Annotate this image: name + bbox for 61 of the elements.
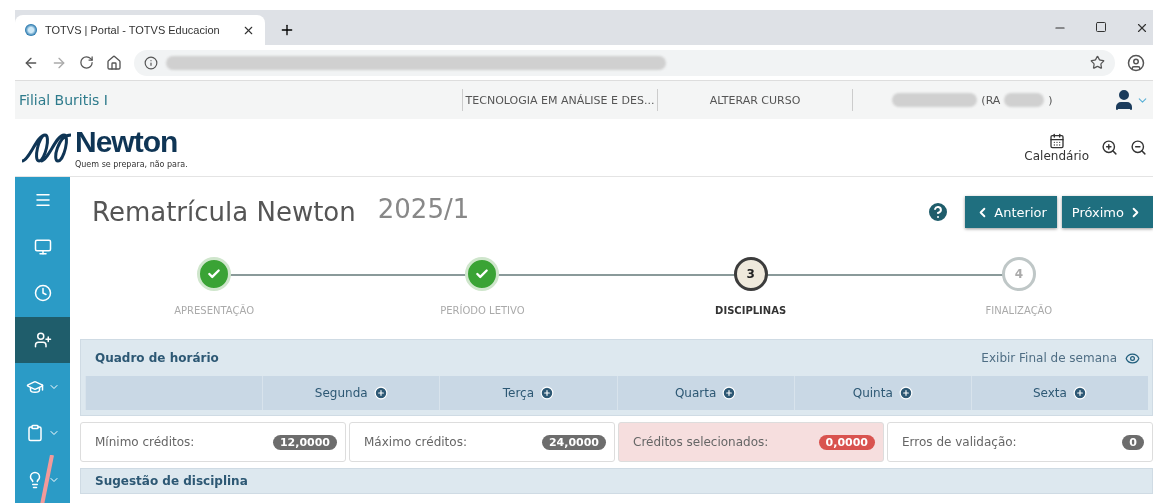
logo-tagline: Quem se prepara, não para. [75,159,188,169]
day-header: Quinta [852,386,893,400]
zoom-in-icon[interactable] [1101,139,1118,156]
add-icon[interactable] [1072,386,1087,400]
credit-label: Máximo créditos: [364,435,467,449]
panel-title: Sugestão de disciplina [95,474,248,488]
course-link[interactable]: TECNOLOGIA EM ANÁLISE E DES... [465,93,655,107]
new-tab-icon[interactable] [279,22,295,38]
calendar-icon [1048,132,1065,149]
credit-label: Erros de validação: [902,435,1017,449]
period-label: 2025/1 [377,194,470,224]
user-plus-icon [33,331,52,349]
maximize-icon[interactable] [1095,20,1107,33]
credit-badge: 24,0000 [541,434,606,450]
blurred-ra [1004,93,1045,107]
profile-icon[interactable] [1127,53,1145,72]
weekend-toggle[interactable]: Exibir Final de semana [975,349,1146,367]
zoom-out-icon[interactable] [1130,139,1147,156]
previous-button[interactable]: Anterior [965,196,1057,228]
clock-icon [33,284,52,303]
page-title: Rematrícula Newton [92,197,356,227]
panel-title: Quadro de horário [95,351,219,365]
step-label: DISCIPLINAS [715,305,787,316]
credit-label: Mínimo créditos: [95,435,195,449]
step-circle: 3 [733,257,768,291]
favicon-icon [25,24,37,36]
day-header: Quarta [674,386,717,400]
eye-icon [1125,350,1140,366]
reload-icon[interactable] [79,55,94,70]
check-icon [207,267,222,281]
info-icon [144,55,158,70]
ra-label: (RA [981,93,1001,107]
day-header: Terça [502,386,535,400]
monitor-icon [33,237,52,256]
check-icon [475,267,490,281]
step-label: PERÍODO LETIVO [440,305,525,316]
credit-label: Créditos selecionados: [633,435,769,449]
step-label: APRESENTAÇÃO [174,305,255,316]
add-icon[interactable] [722,386,737,400]
annotation-line [40,455,54,503]
add-icon[interactable] [373,386,388,400]
sidebar-item[interactable] [15,316,70,364]
day-header: Segunda [314,386,368,400]
credit-badge: 0,0000 [818,434,875,450]
credit-badge: 12,0000 [272,434,337,450]
logo-wordmark: Newton [75,126,179,157]
step-circle: 4 [1001,257,1036,291]
day-header: Sexta [1032,386,1067,400]
star-icon[interactable] [1090,55,1105,70]
home-icon[interactable] [106,54,122,71]
next-button[interactable]: Próximo [1061,196,1153,228]
change-course-link[interactable]: ALTERAR CURSO [709,93,801,107]
clipboard-icon [25,424,44,443]
add-icon[interactable] [540,386,555,400]
add-icon[interactable] [898,386,913,400]
browser-tab[interactable]: TOTVS | Portal - TOTVS Educacion [15,15,265,45]
step-label: FINALIZAÇÃO [985,305,1053,316]
credit-badge: 0 [1122,434,1144,450]
calendar-button[interactable]: Calendário [1024,132,1089,163]
branch-name: Filial Buritis I [19,92,108,108]
ra-close: ) [1048,93,1053,107]
